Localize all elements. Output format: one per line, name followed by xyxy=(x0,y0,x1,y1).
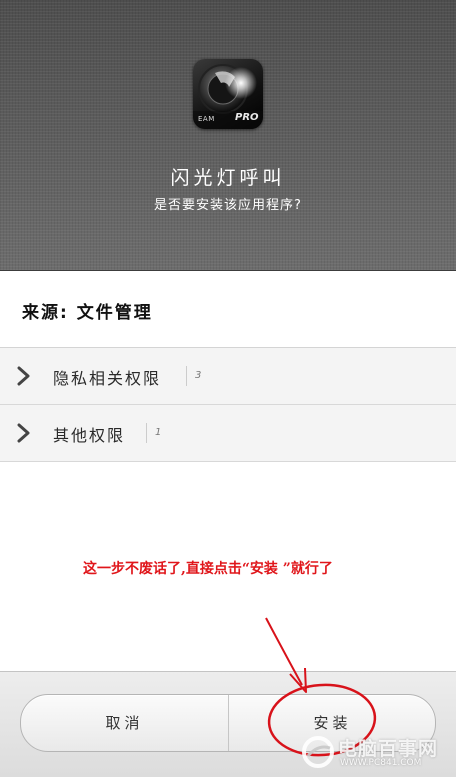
chevron-right-icon xyxy=(17,423,30,443)
permission-label: 其他权限 xyxy=(53,426,126,445)
permission-count: 3 xyxy=(186,366,201,386)
app-icon-badge: PRO xyxy=(235,112,259,123)
annotation-text: 这一步不废话了,直接点击“安装 ”就行了 xyxy=(83,561,333,577)
flashlight-app-icon: EAM PRO xyxy=(193,59,263,129)
source-text: 来源: 文件管理 xyxy=(22,303,153,323)
app-name: 闪光灯呼叫 xyxy=(170,167,286,189)
install-button[interactable]: 安装 xyxy=(228,695,435,751)
source-row: 来源: 文件管理 xyxy=(0,271,456,348)
install-header: EAM PRO 闪光灯呼叫 是否要安装该应用程序? xyxy=(0,0,456,271)
bottom-button-bar: 取消 安装 xyxy=(0,671,456,777)
permission-row-other[interactable]: 其他权限 1 xyxy=(0,405,456,462)
permission-count: 1 xyxy=(146,423,161,443)
app-icon-brand: EAM xyxy=(198,115,215,123)
chevron-right-icon xyxy=(17,366,30,386)
button-group: 取消 安装 xyxy=(20,694,436,752)
install-question: 是否要安装该应用程序? xyxy=(154,198,302,213)
cancel-button[interactable]: 取消 xyxy=(21,695,228,751)
permission-row-privacy[interactable]: 隐私相关权限 3 xyxy=(0,348,456,405)
permission-label: 隐私相关权限 xyxy=(53,369,162,388)
